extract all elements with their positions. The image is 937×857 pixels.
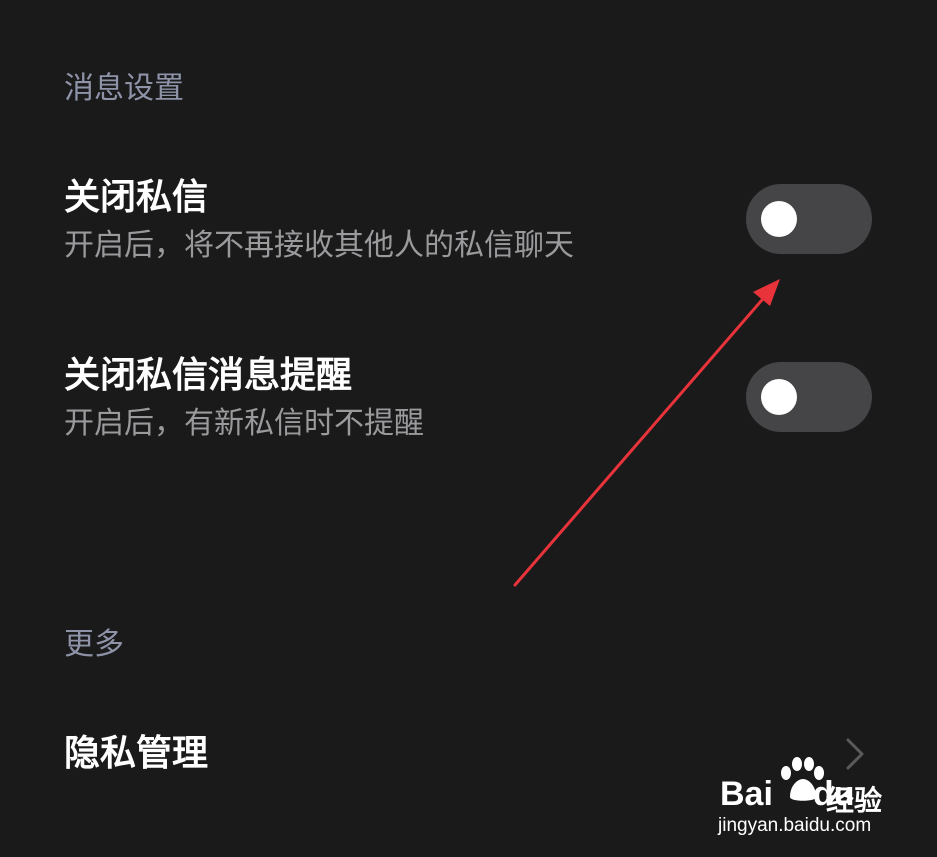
- setting-title: 隐私管理: [64, 733, 209, 774]
- close-message-notifications-toggle[interactable]: [746, 362, 872, 432]
- section-header-more: 更多: [64, 627, 124, 662]
- setting-description: 开启后，将不再接收其他人的私信聊天: [64, 228, 574, 263]
- baidu-jingyan-watermark: Bai du 经验 jingyan.baidu.com: [716, 757, 916, 837]
- setting-row-close-message-notifications[interactable]: 关闭私信消息提醒 开启后，有新私信时不提醒: [0, 350, 937, 460]
- watermark-product: 经验: [826, 784, 883, 817]
- setting-title: 关闭私信消息提醒: [64, 355, 353, 396]
- section-header-message-settings: 消息设置: [64, 71, 184, 106]
- toggle-knob: [761, 201, 797, 237]
- setting-description: 开启后，有新私信时不提醒: [64, 406, 424, 441]
- setting-title: 关闭私信: [64, 177, 209, 218]
- toggle-knob: [761, 379, 797, 415]
- watermark-url: jingyan.baidu.com: [718, 815, 872, 836]
- close-private-messages-toggle[interactable]: [746, 184, 872, 254]
- setting-row-close-private-messages[interactable]: 关闭私信 开启后，将不再接收其他人的私信聊天: [0, 172, 937, 282]
